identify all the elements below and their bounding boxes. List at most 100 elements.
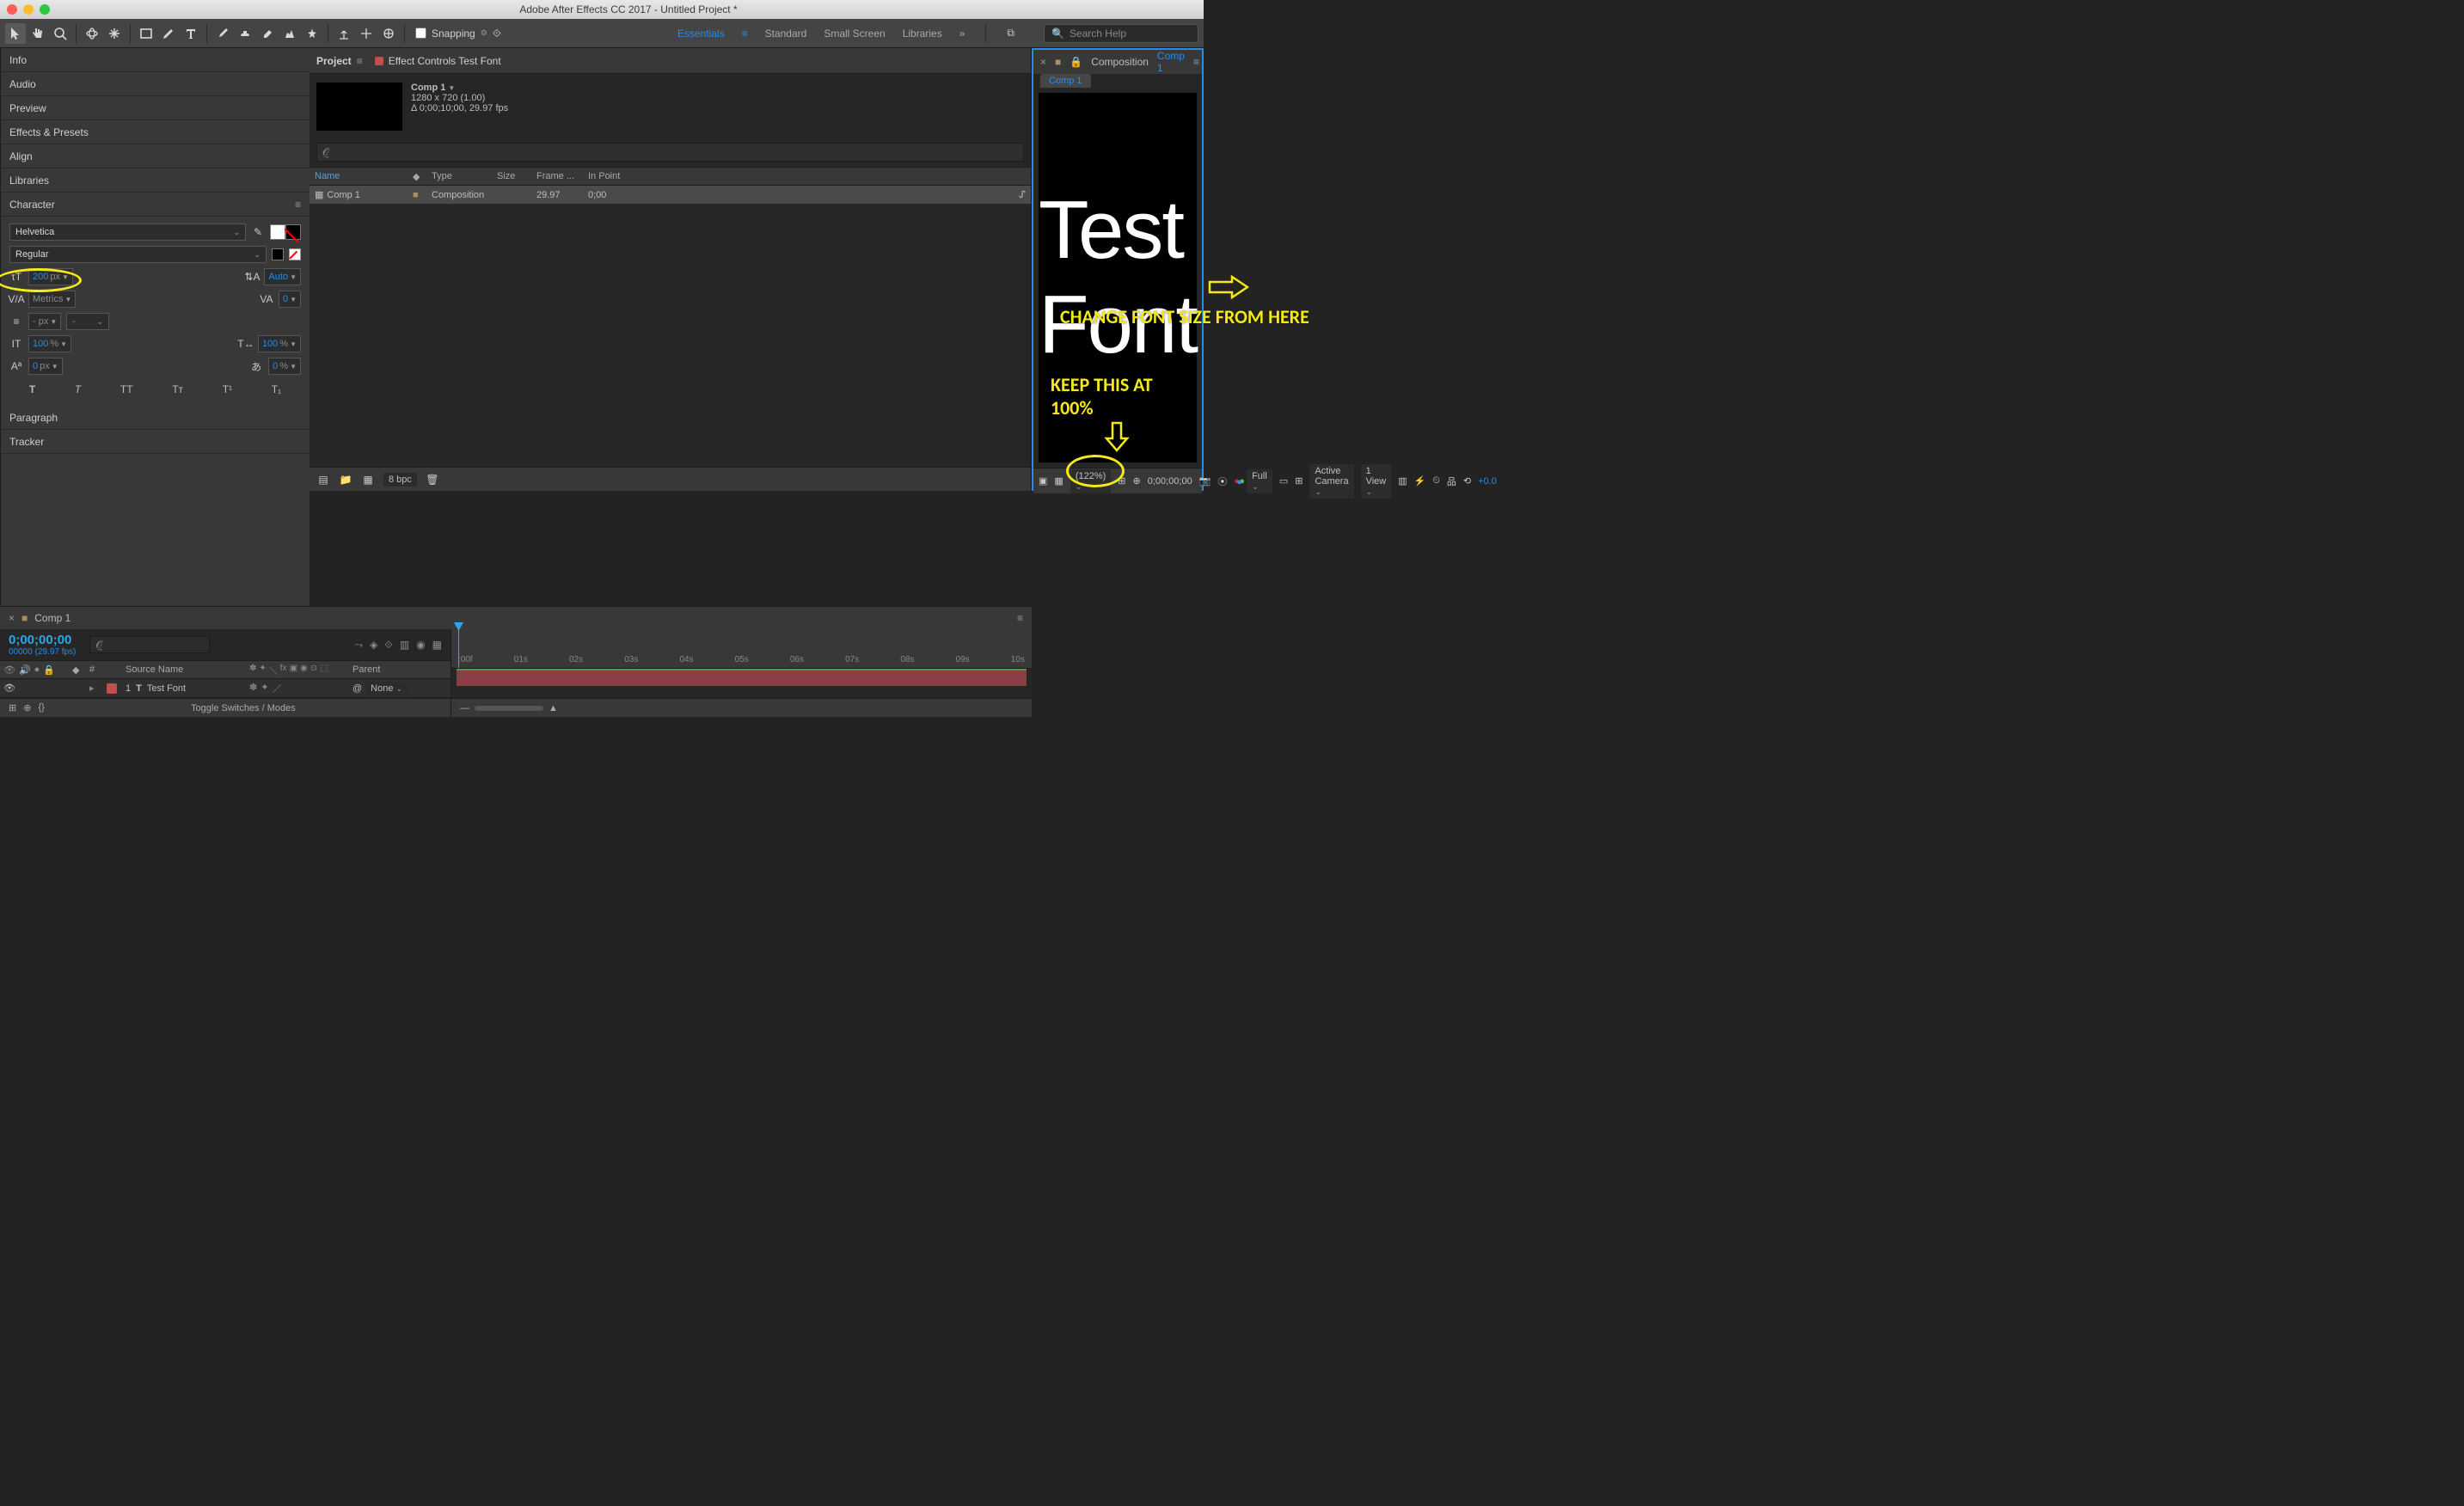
project-search-input[interactable]: 𝒪⃯	[316, 143, 1024, 162]
rectangle-tool[interactable]	[136, 23, 156, 44]
timeline-icon[interactable]: ⏲	[1432, 474, 1440, 488]
swap-colors-icon[interactable]	[272, 248, 284, 260]
workspace-essentials[interactable]: Essentials	[677, 28, 725, 40]
comp-subtab[interactable]: Comp 1	[1040, 74, 1091, 88]
layer-twirl-icon[interactable]: ▸	[89, 683, 103, 694]
zoom-dropdown[interactable]: (122%) ⌄	[1070, 469, 1111, 493]
timeline-search-input[interactable]: 𝒪⃯	[89, 636, 210, 653]
faux-italic-button[interactable]: T	[75, 383, 81, 395]
workspace-panel-options-icon[interactable]: ⧉	[1007, 27, 1014, 40]
layer-switch-quality-icon[interactable]: ／	[272, 682, 281, 695]
panel-effects[interactable]: Effects & Presets	[1, 120, 310, 144]
eyedropper-icon[interactable]: ✎	[251, 225, 265, 239]
label-column-icon[interactable]: ◆	[72, 664, 86, 676]
minimize-window-icon[interactable]	[23, 4, 34, 15]
timeline-footer-icon-1[interactable]: ⊞	[9, 702, 16, 713]
time-ruler[interactable]: :00f 01s 02s 03s 04s 05s 06s 07s 08s 09s…	[451, 629, 1032, 669]
timeline-zoom-bar[interactable]: — ▲	[451, 698, 1032, 717]
project-item-row[interactable]: ▦Comp 1 ■ Composition 29.97 0;00ᔑ	[310, 186, 1031, 205]
timeline-tab-comp[interactable]: Comp 1	[34, 612, 70, 624]
col-size[interactable]: Size	[497, 171, 533, 181]
layer-visibility-eye-icon[interactable]: 👁	[3, 683, 15, 694]
essentials-menu-icon[interactable]: ≡	[742, 28, 748, 40]
timeline-layer-row[interactable]: 👁 ▸ 1 T Test Font ✽✦／ @ None ⌄	[0, 679, 451, 698]
all-caps-button[interactable]: TT	[120, 383, 133, 395]
small-caps-button[interactable]: Tᴛ	[172, 383, 183, 395]
resolution-dropdown[interactable]: Full ⌄	[1247, 469, 1272, 493]
horizontal-scale-field[interactable]: 100 % ▼	[258, 335, 301, 352]
text-layer-render[interactable]: Test Font	[1039, 183, 1197, 372]
puppet-pin-tool[interactable]	[302, 23, 322, 44]
tab-effect-controls[interactable]: Effect Controls Test Font	[375, 55, 501, 67]
tsume-field[interactable]: 0 % ▼	[268, 358, 301, 375]
world-axis-tool[interactable]	[356, 23, 377, 44]
grid-icon[interactable]: ⊞	[1295, 474, 1302, 488]
fill-color-swatch[interactable]	[270, 224, 285, 240]
layer-switch-normal-icon[interactable]: ✽	[249, 682, 257, 695]
workspace-overflow-icon[interactable]: »	[959, 28, 965, 40]
col-type[interactable]: Type	[432, 171, 493, 181]
new-comp-icon[interactable]: ▦	[361, 473, 375, 487]
vertical-scale-field[interactable]: 100 % ▼	[28, 335, 71, 352]
camera-dropdown[interactable]: Active Camera ⌄	[1309, 464, 1353, 499]
number-column-icon[interactable]: #	[89, 664, 103, 675]
timeline-right[interactable]: :00f 01s 02s 03s 04s 05s 06s 07s 08s 09s…	[451, 629, 1032, 717]
panel-paragraph[interactable]: Paragraph	[1, 406, 310, 430]
toggle-mask-icon[interactable]: ⊕	[1133, 474, 1141, 488]
flowchart-icon[interactable]: ᔑ	[1019, 189, 1026, 200]
snapshot-icon[interactable]: 📷	[1199, 474, 1211, 488]
col-name[interactable]: Name	[315, 171, 409, 181]
col-frame[interactable]: Frame ...	[536, 171, 585, 181]
local-axis-tool[interactable]	[334, 23, 354, 44]
timeline-tracks[interactable]	[451, 669, 1032, 698]
viewer-timecode[interactable]: 0;00;00;00	[1148, 476, 1192, 487]
stroke-style-dropdown[interactable]: -⌄	[66, 313, 109, 330]
pen-tool[interactable]	[158, 23, 179, 44]
leading-field[interactable]: Auto ▼	[264, 268, 301, 285]
frame-blend-icon[interactable]: ▥	[400, 639, 409, 651]
toggle-switches-modes[interactable]: Toggle Switches / Modes	[191, 703, 296, 713]
snap-align-icon[interactable]: ⟐	[493, 27, 501, 40]
comp-thumbnail[interactable]	[316, 83, 402, 131]
panel-preview[interactable]: Preview	[1, 96, 310, 120]
parent-dropdown[interactable]: None ⌄	[365, 682, 408, 695]
panel-tracker[interactable]: Tracker	[1, 430, 310, 454]
view-layout-dropdown[interactable]: 1 View ⌄	[1361, 464, 1392, 499]
draft3d-icon[interactable]: ◈	[370, 639, 377, 651]
layer-duration-bar[interactable]	[457, 669, 1027, 686]
close-window-icon[interactable]	[7, 4, 17, 15]
playhead[interactable]	[458, 629, 459, 668]
always-preview-icon[interactable]: ▣	[1039, 474, 1047, 488]
eraser-tool[interactable]	[257, 23, 278, 44]
hand-tool[interactable]	[28, 23, 48, 44]
layer-switch-collapse-icon[interactable]: ✦	[260, 682, 268, 695]
font-size-field[interactable]: 200 px ▼	[28, 268, 73, 285]
color-swatches[interactable]	[270, 224, 301, 240]
view-axis-tool[interactable]	[378, 23, 399, 44]
traffic-lights[interactable]	[7, 4, 50, 15]
workspace-standard[interactable]: Standard	[765, 28, 807, 40]
panel-audio[interactable]: Audio	[1, 72, 310, 96]
parent-column[interactable]: Parent	[352, 664, 447, 675]
bpc-toggle[interactable]: 8 bpc	[383, 473, 417, 487]
pixel-aspect-icon[interactable]: ▥	[1398, 474, 1407, 488]
timeline-footer-icon-2[interactable]: ⊕	[23, 702, 31, 713]
interpret-footage-icon[interactable]: ▤	[316, 473, 330, 487]
col-label-icon[interactable]: ◆	[413, 171, 428, 182]
kerning-field[interactable]: Metrics ▼	[28, 291, 76, 308]
fast-preview-icon[interactable]: ⚡	[1414, 474, 1426, 488]
faux-bold-button[interactable]: T	[29, 383, 35, 395]
exposure-value[interactable]: +0.0	[1478, 476, 1497, 487]
channels-icon[interactable]: ● ●●	[1234, 474, 1240, 488]
subscript-button[interactable]: T₁	[272, 383, 281, 395]
parent-pickwhip-icon[interactable]: @	[352, 683, 362, 694]
snapping-toggle[interactable]: Snapping ⚙ ⟐	[415, 27, 501, 40]
font-family-dropdown[interactable]: Helvetica⌄	[9, 223, 246, 241]
stroke-color-swatch[interactable]	[285, 224, 301, 240]
pan-behind-tool[interactable]	[104, 23, 125, 44]
workspace-small-screen[interactable]: Small Screen	[824, 28, 885, 40]
snapping-checkbox[interactable]	[415, 28, 426, 39]
timeline-footer-icon-3[interactable]: {}	[38, 702, 44, 713]
motion-blur-icon[interactable]: ◉	[416, 639, 425, 651]
roi-icon[interactable]: ▭	[1279, 474, 1288, 488]
